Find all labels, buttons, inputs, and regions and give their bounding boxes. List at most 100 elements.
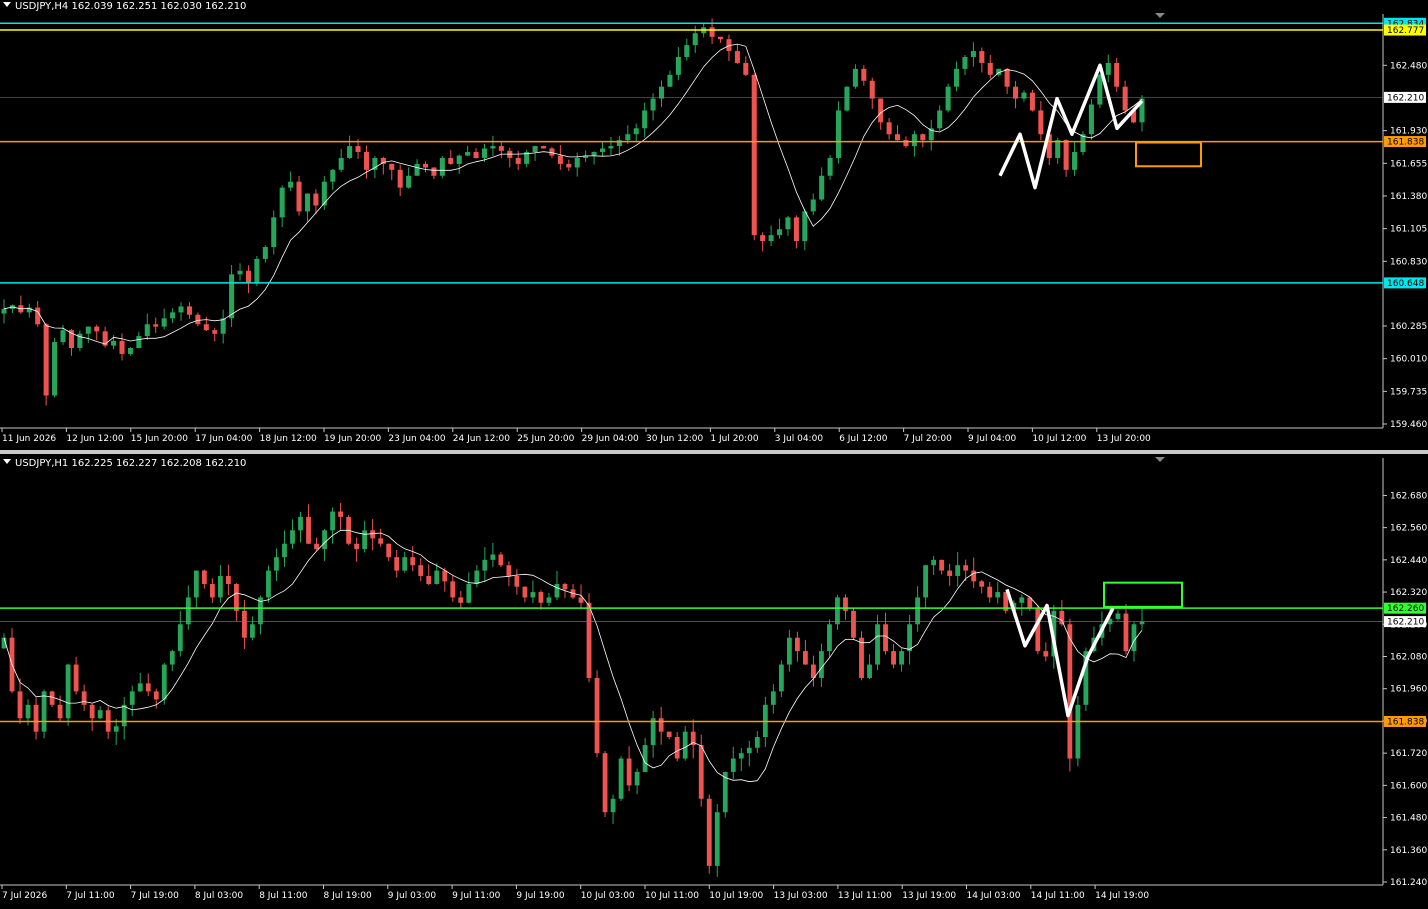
bull-candle-body[interactable]: [836, 110, 842, 158]
bear-candle-body[interactable]: [793, 217, 799, 242]
bear-candle-body[interactable]: [234, 584, 239, 611]
bull-candle-body[interactable]: [1115, 613, 1121, 619]
bear-candle-body[interactable]: [57, 704, 63, 719]
bull-candle-body[interactable]: [406, 175, 412, 188]
bull-candle-body[interactable]: [1139, 621, 1145, 625]
bull-candle-body[interactable]: [650, 718, 656, 746]
bear-candle-body[interactable]: [578, 597, 584, 603]
bear-candle-body[interactable]: [586, 602, 592, 678]
bull-candle-body[interactable]: [41, 691, 47, 732]
bear-candle-body[interactable]: [49, 691, 55, 705]
bull-candle-body[interactable]: [402, 557, 408, 571]
bear-candle-body[interactable]: [666, 731, 672, 738]
bull-candle-body[interactable]: [911, 134, 917, 147]
bull-candle-body[interactable]: [532, 146, 538, 153]
bear-candle-body[interactable]: [506, 565, 512, 576]
bear-candle-body[interactable]: [869, 80, 875, 99]
bear-candle-body[interactable]: [426, 575, 432, 585]
bear-candle-body[interactable]: [751, 74, 757, 236]
bull-candle-body[interactable]: [634, 771, 640, 786]
bear-candle-body[interactable]: [987, 62, 993, 75]
bull-candle-body[interactable]: [185, 597, 191, 625]
bear-candle-body[interactable]: [448, 157, 454, 164]
bear-candle-body[interactable]: [418, 565, 424, 576]
bull-candle-body[interactable]: [481, 148, 488, 158]
bull-candle-body[interactable]: [608, 146, 614, 149]
bull-candle-body[interactable]: [321, 181, 327, 206]
bear-candle-body[interactable]: [397, 169, 403, 188]
bull-candle-body[interactable]: [1105, 62, 1111, 75]
target-zone-box[interactable]: [1135, 141, 1202, 168]
bull-candle-body[interactable]: [217, 575, 223, 598]
bull-candle-body[interactable]: [776, 229, 783, 236]
bear-candle-body[interactable]: [355, 146, 361, 153]
bull-candle-body[interactable]: [599, 148, 606, 153]
bear-candle-body[interactable]: [1067, 624, 1073, 759]
bull-candle-body[interactable]: [786, 637, 792, 665]
bull-candle-body[interactable]: [127, 347, 133, 354]
bear-candle-body[interactable]: [1035, 608, 1041, 652]
bear-candle-body[interactable]: [734, 51, 740, 63]
bear-candle-body[interactable]: [458, 597, 464, 603]
bear-candle-body[interactable]: [895, 134, 901, 141]
bear-candle-body[interactable]: [1122, 86, 1128, 111]
bear-candle-body[interactable]: [431, 167, 437, 176]
bear-candle-body[interactable]: [947, 570, 953, 576]
bull-candle-body[interactable]: [372, 157, 378, 170]
bull-candle-body[interactable]: [330, 511, 335, 531]
bear-candle-body[interactable]: [314, 543, 319, 550]
bull-candle-body[interactable]: [684, 45, 690, 58]
bear-candle-body[interactable]: [410, 557, 416, 566]
bear-candle-body[interactable]: [1059, 610, 1065, 625]
bull-candle-body[interactable]: [330, 169, 336, 182]
bear-candle-body[interactable]: [354, 543, 360, 550]
h4-chart-svg[interactable]: USDJPY,H4 162.039 162.251 162.030 162.21…: [0, 0, 1428, 450]
bear-candle-body[interactable]: [1029, 92, 1035, 111]
bear-candle-body[interactable]: [378, 538, 384, 544]
bull-candle-body[interactable]: [875, 624, 880, 665]
bull-candle-body[interactable]: [482, 559, 488, 571]
bull-candle-body[interactable]: [650, 98, 656, 111]
bull-candle-body[interactable]: [322, 530, 327, 550]
bear-candle-body[interactable]: [803, 651, 808, 665]
bull-candle-body[interactable]: [161, 664, 167, 700]
bull-candle-body[interactable]: [274, 557, 279, 571]
bear-candle-body[interactable]: [386, 543, 392, 558]
bull-candle-body[interactable]: [899, 651, 904, 665]
bull-candle-body[interactable]: [907, 624, 912, 652]
bear-candle-body[interactable]: [1063, 140, 1069, 170]
bull-candle-body[interactable]: [290, 530, 295, 544]
bull-candle-body[interactable]: [642, 110, 648, 129]
bull-candle-body[interactable]: [610, 798, 616, 813]
bear-candle-body[interactable]: [209, 584, 215, 598]
bull-candle-body[interactable]: [237, 270, 243, 275]
bear-candle-body[interactable]: [971, 570, 977, 582]
bull-candle-body[interactable]: [827, 157, 833, 176]
bear-candle-body[interactable]: [674, 737, 680, 759]
bear-candle-body[interactable]: [514, 575, 520, 587]
chart-shift-marker-icon[interactable]: [1155, 457, 1165, 462]
bull-candle-body[interactable]: [945, 86, 951, 111]
bear-candle-body[interactable]: [1038, 110, 1044, 135]
bull-candle-body[interactable]: [121, 704, 127, 727]
bull-candle-body[interactable]: [193, 570, 199, 598]
zigzag-pattern-drawing[interactable]: [998, 63, 1144, 190]
bull-candle-body[interactable]: [304, 193, 310, 212]
bear-candle-body[interactable]: [706, 798, 712, 866]
bear-candle-body[interactable]: [119, 340, 125, 354]
bear-candle-body[interactable]: [186, 306, 192, 315]
bear-candle-body[interactable]: [33, 704, 39, 732]
bear-candle-body[interactable]: [225, 575, 231, 585]
bear-candle-body[interactable]: [939, 559, 945, 571]
bull-candle-body[interactable]: [170, 312, 176, 319]
bull-candle-body[interactable]: [1072, 152, 1078, 170]
bear-candle-body[interactable]: [566, 163, 572, 168]
bear-candle-body[interactable]: [979, 51, 985, 63]
bull-candle-body[interactable]: [810, 199, 816, 212]
bull-candle-body[interactable]: [530, 592, 536, 598]
bull-candle-body[interactable]: [746, 747, 752, 754]
bear-candle-body[interactable]: [859, 637, 864, 678]
bull-candle-body[interactable]: [970, 51, 976, 58]
chart-shift-marker-icon[interactable]: [1155, 13, 1165, 18]
bull-candle-body[interactable]: [144, 324, 150, 337]
